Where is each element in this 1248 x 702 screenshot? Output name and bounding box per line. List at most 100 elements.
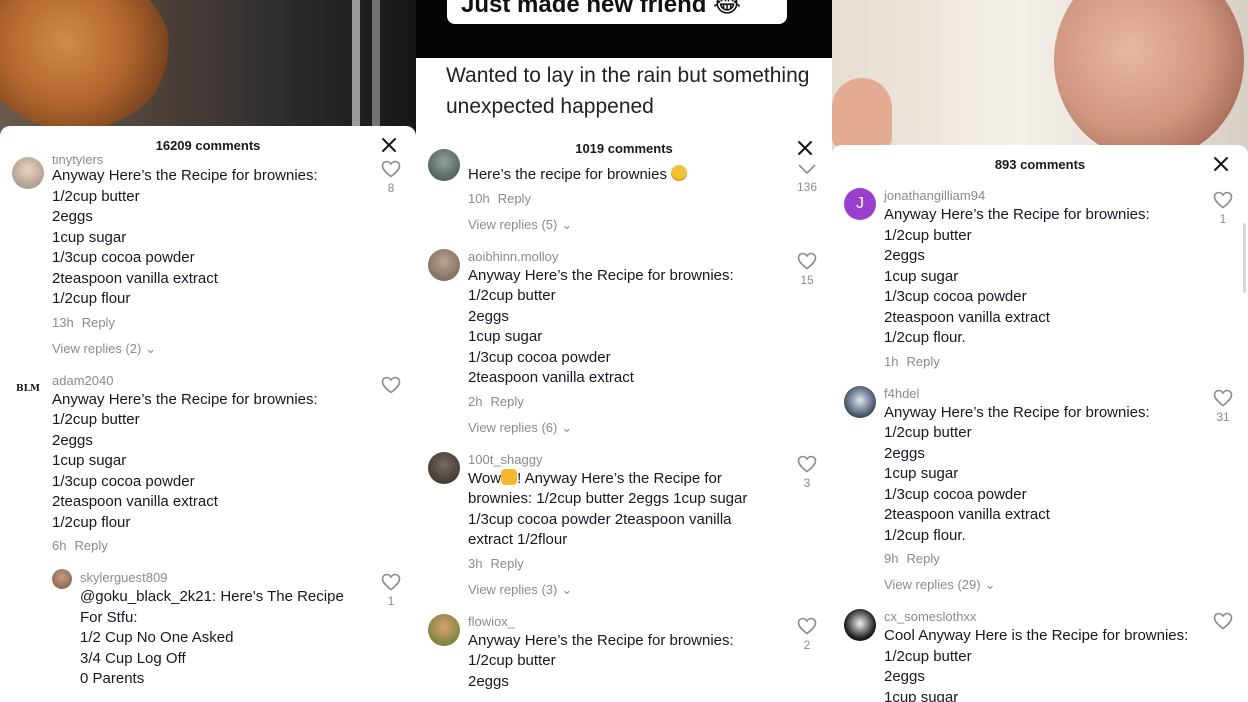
avatar[interactable] [428, 451, 460, 484]
chevron-down-icon: ⌄ [145, 340, 157, 356]
close-icon[interactable] [1212, 155, 1230, 173]
video-hand [832, 78, 892, 148]
reply-button[interactable]: Reply [906, 551, 939, 566]
comment-text: Here’s the recipe for brownies [468, 165, 778, 186]
chevron-down-icon: ⌄ [984, 577, 996, 592]
comment-list[interactable]: Here’s the recipe for brownies 10h Reply … [416, 149, 832, 702]
comment-text: Anyway Here’s the Recipe for brownies: 1… [884, 206, 1150, 346]
comment-time: 2h [468, 393, 483, 409]
comment-text: Anyway Here’s the Recipe for brownies: 1… [884, 403, 1150, 544]
video-person [1054, 0, 1244, 160]
comment-item: Here’s the recipe for brownies 10h Reply … [416, 149, 832, 234]
like-count: 136 [796, 180, 818, 194]
like-button[interactable]: 31 [1212, 389, 1234, 424]
like-count: 2 [803, 637, 811, 652]
comment-text: Anyway Here’s the Recipe for brownies: 1… [468, 266, 734, 387]
like-count: 31 [1216, 409, 1230, 424]
avatar[interactable] [428, 613, 460, 646]
comment-time: 3h [468, 555, 483, 571]
reply-button[interactable]: Reply [82, 315, 115, 330]
avatar[interactable]: BLM [12, 372, 44, 405]
comment-item: J jonathangilliam94 Anyway Here’s the Re… [832, 187, 1248, 371]
username[interactable]: tinytylers [52, 156, 362, 166]
comment-meta: 3h Reply [468, 555, 778, 573]
avatar[interactable] [428, 149, 460, 181]
username[interactable]: 100t_shaggy [468, 451, 778, 469]
close-icon[interactable] [796, 139, 814, 157]
comment-text: Wow! Anyway Here’s the Recipe for browni… [468, 468, 778, 551]
comment-text: Anyway Here’s the Recipe for brownies: 1… [52, 167, 318, 307]
comment-list[interactable]: J jonathangilliam94 Anyway Here’s the Re… [832, 187, 1248, 702]
reply-button[interactable]: Reply [74, 538, 107, 553]
chevron-down-icon: ⌄ [561, 419, 573, 435]
comment-item: flowiox_ Anyway Here’s the Recipe for br… [416, 613, 832, 693]
username[interactable]: skylerguest809 [80, 569, 362, 587]
nerd-emoji-icon [671, 165, 688, 181]
comment-item: aoibhinn.molloy Anyway Here’s the Recipe… [416, 248, 832, 437]
username[interactable]: f4hdel [884, 385, 1194, 403]
avatar[interactable] [844, 385, 876, 418]
like-count: 3 [803, 475, 811, 490]
username[interactable]: adam2040 [52, 372, 362, 390]
view-replies-button[interactable]: View replies (3) ⌄ [468, 581, 572, 599]
avatar[interactable] [52, 569, 72, 589]
like-button[interactable]: 2 [796, 617, 818, 652]
heart-icon [797, 617, 817, 635]
view-replies-button[interactable]: View replies (5) ⌄ [468, 216, 572, 234]
heart-icon [381, 376, 401, 394]
reply-button[interactable]: Reply [498, 191, 531, 206]
like-button[interactable]: 1 [1212, 191, 1234, 226]
heart-icon [797, 252, 817, 270]
avatar[interactable] [428, 248, 460, 281]
reply-button[interactable]: Reply [490, 556, 523, 571]
like-button[interactable] [380, 376, 402, 394]
avatar[interactable]: J [844, 188, 876, 220]
comment-meta: 6h Reply [52, 537, 362, 555]
comment-meta: 1h Reply [884, 353, 1194, 371]
like-button[interactable] [1212, 612, 1234, 630]
like-button[interactable]: 3 [796, 455, 818, 490]
reply-button[interactable]: Reply [490, 394, 523, 409]
username[interactable]: cx_someslothxx [884, 608, 1194, 626]
comment-text-prefix: Wow [468, 469, 502, 487]
comments-panel-1: 16209 comments tinytylers Anyway Here’s … [0, 0, 416, 702]
comment-text: Anyway Here’s the Recipe for brownies: 1… [52, 390, 318, 531]
comment-sheet: 16209 comments tinytylers Anyway Here’s … [0, 126, 416, 702]
like-button[interactable]: 1 [380, 573, 402, 608]
heart-icon [798, 164, 816, 175]
like-button[interactable]: 136 [796, 159, 818, 194]
comment-time: 13h [52, 314, 74, 330]
avatar[interactable] [12, 157, 44, 189]
comment-meta: 2h Reply [468, 393, 778, 411]
like-count: 1 [1219, 212, 1227, 226]
close-icon[interactable] [380, 136, 398, 154]
avatar[interactable] [844, 609, 876, 641]
comment-item: cx_someslothxx Cool Anyway Here is the R… [832, 608, 1248, 702]
like-button[interactable]: 8 [380, 160, 402, 195]
comment-time: 6h [52, 538, 67, 553]
reply-button[interactable]: Reply [906, 354, 939, 369]
chevron-down-icon: ⌄ [561, 581, 573, 597]
like-count: 15 [800, 272, 814, 287]
comment-sheet: 893 comments J jonathangilliam94 Anyway … [832, 145, 1248, 702]
comment-item: 100t_shaggy Wow! Anyway Here’s the Recip… [416, 451, 832, 599]
comment-item: f4hdel Anyway Here’s the Recipe for brow… [832, 385, 1248, 595]
username[interactable]: flowiox_ [468, 613, 778, 631]
comment-list[interactable]: tinytylers Anyway Here’s the Recipe for … [0, 156, 416, 702]
heart-icon [1213, 191, 1233, 209]
comment-time: 10h [468, 190, 490, 206]
username[interactable]: jonathangilliam94 [884, 187, 1194, 205]
view-replies-label: View replies (2) [52, 340, 142, 356]
username[interactable]: aoibhinn.molloy [468, 248, 778, 266]
view-replies-button[interactable]: View replies (2) ⌄ [52, 340, 156, 358]
view-replies-label: View replies (5) [468, 216, 558, 232]
view-replies-button[interactable]: View replies (29) ⌄ [884, 576, 996, 594]
comment-meta: 13h Reply [52, 314, 362, 332]
chevron-down-icon: ⌄ [561, 216, 573, 232]
heart-icon [1213, 389, 1233, 407]
comment-count: 893 comments [994, 156, 1086, 172]
view-replies-label: View replies (29) [884, 577, 981, 592]
like-button[interactable]: 15 [796, 252, 818, 287]
view-replies-button[interactable]: View replies (6) ⌄ [468, 419, 572, 437]
comment-text: Cool Anyway Here is the Recipe for brown… [884, 627, 1189, 702]
